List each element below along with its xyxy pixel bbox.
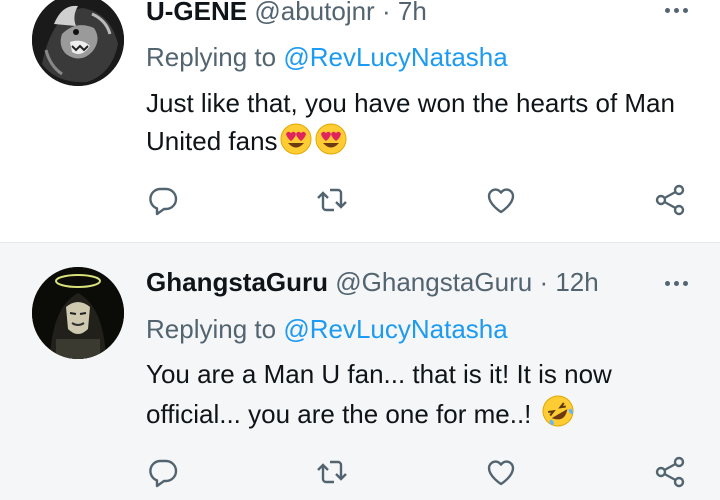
retweet-icon[interactable]: [315, 183, 349, 217]
mention-link[interactable]: @RevLucyNatasha: [283, 314, 507, 344]
tweet-header: GhangstaGuru @GhangstaGuru · 12h: [146, 267, 720, 301]
tweet[interactable]: GhangstaGuru @GhangstaGuru · 12h Replyin…: [0, 242, 720, 500]
mention-link[interactable]: @RevLucyNatasha: [283, 42, 507, 72]
retweet-icon[interactable]: [315, 455, 349, 489]
tweet-body: Just like that, you have won the hearts …: [146, 88, 675, 156]
tweet[interactable]: U-GENE @abutojnr · 7h Replying to @RevLu…: [0, 0, 720, 240]
tweet-actions: [0, 183, 720, 217]
hooded-mask-avatar-icon: [32, 267, 124, 359]
tweet-header: U-GENE @abutojnr · 7h: [146, 0, 720, 30]
tweet-text: You are a Man U fan... that is it! It is…: [146, 355, 686, 439]
display-name[interactable]: GhangstaGuru: [146, 267, 328, 297]
replying-to: Replying to @RevLucyNatasha: [146, 314, 508, 345]
share-icon[interactable]: [653, 455, 687, 489]
tweet-text: Just like that, you have won the hearts …: [146, 84, 686, 166]
user-handle[interactable]: @GhangstaGuru: [335, 267, 532, 297]
replying-prefix: Replying to: [146, 314, 277, 344]
timestamp[interactable]: 12h: [555, 267, 598, 297]
more-options-icon[interactable]: [665, 281, 688, 286]
tweet-actions: [0, 455, 720, 489]
reply-icon[interactable]: [146, 183, 180, 217]
replying-prefix: Replying to: [146, 42, 277, 72]
timestamp[interactable]: 7h: [398, 0, 427, 26]
separator-dot: ·: [539, 267, 549, 297]
separator-dot: ·: [381, 0, 391, 26]
reply-icon[interactable]: [146, 455, 180, 489]
more-options-icon[interactable]: [665, 8, 688, 13]
share-icon[interactable]: [653, 183, 687, 217]
display-name[interactable]: U-GENE: [146, 0, 247, 26]
like-icon[interactable]: [484, 455, 518, 489]
like-icon[interactable]: [484, 183, 518, 217]
avatar[interactable]: [32, 0, 124, 86]
rolling-on-floor-laughing-emoji-icon: [540, 393, 576, 439]
user-handle[interactable]: @abutojnr: [254, 0, 374, 26]
replying-to: Replying to @RevLucyNatasha: [146, 42, 508, 73]
heart-eyes-emoji-icon: [279, 122, 313, 166]
lion-avatar-icon: [32, 0, 124, 86]
avatar[interactable]: [32, 267, 124, 359]
heart-eyes-emoji-icon: [314, 122, 348, 166]
